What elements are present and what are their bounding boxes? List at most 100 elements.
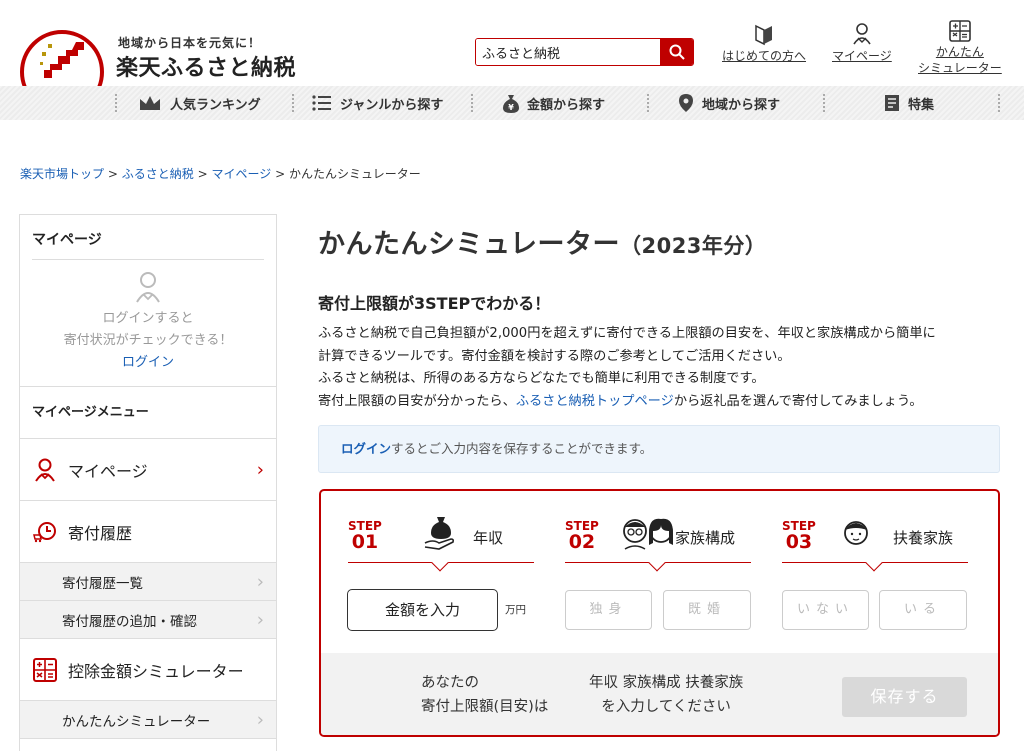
- nav-beginner-label[interactable]: はじめての方へ: [722, 49, 806, 63]
- category-amount[interactable]: ¥ 金額から探す: [503, 86, 605, 120]
- sidebar-login-box: ログインすると 寄付状況がチェックできる！ ログイン: [20, 260, 276, 387]
- married-option-button[interactable]: 既婚: [663, 590, 751, 630]
- breadcrumb-mypage[interactable]: マイページ: [211, 167, 271, 181]
- breadcrumb-current: かんたんシミュレーター: [288, 167, 421, 181]
- sidebar-item-label: 寄付履歴の追加・確認: [62, 613, 197, 630]
- sidebar-item-label: 控除金額シミュレーター: [68, 661, 244, 681]
- nav-mypage-label[interactable]: マイページ: [832, 49, 892, 63]
- search-box: [475, 38, 694, 66]
- category-amount-label: 金額から探す: [527, 97, 606, 113]
- desc-line: 計算できるツールです。寄付金額を検討する際のご参考としてご活用ください。: [318, 348, 791, 364]
- category-genre-label: ジャンルから探す: [340, 97, 444, 113]
- category-ranking[interactable]: 人気ランキング: [138, 86, 261, 120]
- step-family: STEP 02 家族構成: [565, 515, 751, 572]
- sidebar-item-history[interactable]: 寄付履歴: [20, 501, 276, 563]
- category-feature[interactable]: 特集: [884, 86, 934, 120]
- sidebar: マイページ ログインすると 寄付状況がチェックできる！ ログイン マイページメニ…: [19, 214, 277, 751]
- chevron-right-icon: ›: [256, 609, 264, 630]
- save-button[interactable]: 保存する: [842, 677, 967, 717]
- page-description: ふるさと納税で自己負担額が2,000円を超えずに寄付できる上限額の目安を、年収と…: [318, 323, 936, 413]
- sidebar-login-link[interactable]: ログイン: [122, 355, 174, 370]
- notice-text: するとご入力内容を保存することができます。: [391, 441, 653, 456]
- nav-simulator[interactable]: かんたん シミュレーター: [918, 20, 1002, 76]
- nav-simulator-label-2[interactable]: シミュレーター: [918, 61, 1002, 75]
- page-title-text: かんたんシミュレーター: [318, 229, 620, 260]
- no-dependents-button[interactable]: いない: [782, 590, 869, 630]
- sidebar-item-label: 寄付履歴: [68, 523, 133, 543]
- category-genre[interactable]: ジャンルから探す: [312, 86, 443, 120]
- result-label-line1: あなたの: [421, 675, 479, 691]
- step-title: 家族構成: [675, 529, 736, 547]
- map-pin-icon: [679, 94, 693, 112]
- step-notch: [648, 554, 666, 572]
- sidebar-item-deduction-simulator[interactable]: 控除金額シミュレーター: [20, 639, 276, 701]
- sidebar-item-label: 寄付履歴一覧: [62, 575, 143, 592]
- crown-icon: [140, 96, 160, 110]
- nav-mypage[interactable]: マイページ: [832, 22, 892, 64]
- category-region[interactable]: 地域から探す: [678, 86, 780, 120]
- furusato-top-link[interactable]: ふるさと納税トップページ: [516, 394, 674, 409]
- desc-text: から返礼品を選んで寄付してみましょう。: [673, 393, 923, 409]
- step-notch: [431, 554, 449, 572]
- document-icon: [885, 95, 899, 111]
- search-button[interactable]: [660, 39, 693, 65]
- breadcrumb-rakuten-top[interactable]: 楽天市場トップ: [20, 167, 104, 181]
- desc-line: ふるさと納税で自己負担額が2,000円を超えずに寄付できる上限額の目安を、年収と…: [318, 326, 936, 341]
- breadcrumb-furusato[interactable]: ふるさと納税: [122, 167, 194, 181]
- sidebar-title: マイページ: [32, 215, 264, 260]
- sidebar-item-label: マイページ: [68, 461, 148, 481]
- search-input[interactable]: [476, 39, 660, 65]
- step-label: STEP 03: [782, 519, 816, 553]
- breadcrumb-separator: >: [107, 167, 118, 181]
- desc-line: ふるさと納税は、所得のある方ならどなたでも簡単に利用できる制度です。: [318, 371, 765, 386]
- nav-beginner[interactable]: はじめての方へ: [722, 22, 806, 64]
- list-icon: [312, 95, 331, 111]
- nav-simulator-label-1[interactable]: かんたん: [936, 45, 984, 59]
- amount-input-button[interactable]: 金額を入力: [347, 589, 498, 631]
- child-icon: [844, 521, 868, 545]
- notice-login-link[interactable]: ログイン: [341, 441, 391, 456]
- user-placeholder-icon: [136, 272, 160, 303]
- sidebar-item-history-list[interactable]: 寄付履歴一覧 ›: [20, 563, 276, 601]
- svg-text:¥: ¥: [508, 103, 514, 112]
- user-icon: [35, 458, 55, 482]
- step-title: 年収: [473, 529, 504, 547]
- result-message-line1: 年収 家族構成 扶養家族: [589, 675, 744, 691]
- unit-label: 万円: [505, 604, 526, 616]
- divider: [823, 94, 825, 112]
- sidebar-item-easy-simulator[interactable]: かんたんシミュレーター ›: [20, 701, 276, 739]
- category-bar: 人気ランキング ジャンルから探す ¥ 金額から探す 地域から探す 特集: [0, 86, 1024, 120]
- result-message-line2: を入力してください: [601, 699, 731, 715]
- yen-bag-icon: ¥: [503, 95, 519, 113]
- single-option-button[interactable]: 独身: [565, 590, 652, 630]
- sidebar-menu-title: マイページメニュー: [20, 387, 276, 439]
- chevron-right-icon: ›: [256, 571, 264, 592]
- simulator-panel: STEP 01 年収 STEP 02 家族構成 STEP 03 扶養家族 金額を入力 …: [319, 489, 1000, 737]
- chevron-right-icon: ›: [256, 709, 264, 730]
- category-ranking-label: 人気ランキング: [170, 97, 261, 113]
- page-title-year: （2023年分）: [619, 234, 767, 258]
- divider: [292, 94, 294, 112]
- desc-line: 寄付上限額の目安が分かったら、ふるさと納税トップページから返礼品を選んで寄付して…: [318, 391, 936, 414]
- calculator-icon: [33, 657, 57, 682]
- sidebar-login-line2: 寄付状況がチェックできる！: [63, 333, 233, 348]
- sidebar-item-mypage[interactable]: マイページ ›: [20, 439, 276, 501]
- has-dependents-button[interactable]: いる: [879, 590, 967, 630]
- step-title: 扶養家族: [893, 529, 954, 547]
- step-label: STEP 01: [348, 519, 382, 553]
- step-label: STEP 02: [565, 519, 599, 553]
- brand-name[interactable]: 楽天ふるさと納税: [116, 50, 296, 82]
- breadcrumb: 楽天市場トップ > ふるさと納税 > マイページ > かんたんシミュレーター: [20, 165, 421, 182]
- divider: [647, 94, 649, 112]
- chevron-right-icon: ›: [256, 459, 264, 480]
- beginner-icon: [755, 24, 772, 46]
- step-notch: [865, 554, 883, 572]
- brand-tagline: 地域から日本を元気に！: [118, 36, 262, 50]
- sidebar-item-history-add[interactable]: 寄付履歴の追加・確認 ›: [20, 601, 276, 639]
- sidebar-login-line1: ログインすると: [102, 311, 194, 326]
- page-title: かんたんシミュレーター（2023年分）: [318, 222, 766, 261]
- step-income: STEP 01 年収: [348, 515, 534, 572]
- history-icon: [33, 521, 56, 542]
- user-icon: [853, 23, 871, 45]
- sidebar-item-label: かんたんシミュレーター: [62, 713, 211, 730]
